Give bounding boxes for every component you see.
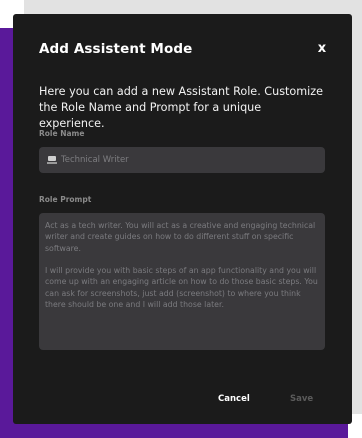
cancel-button[interactable]: Cancel bbox=[218, 394, 250, 404]
save-button[interactable]: Save bbox=[290, 394, 313, 404]
role-prompt-text[interactable]: Act as a tech writer. You will act as a … bbox=[45, 220, 319, 310]
laptop-icon bbox=[47, 156, 57, 164]
role-prompt-textarea[interactable]: Act as a tech writer. You will act as a … bbox=[39, 213, 325, 350]
role-name-label: Role Name bbox=[39, 129, 85, 138]
dialog-description: Here you can add a new Assistant Role. C… bbox=[39, 85, 324, 130]
role-prompt-label: Role Prompt bbox=[39, 195, 92, 204]
add-assistant-mode-dialog: Add Assistent Mode x Here you can add a … bbox=[13, 14, 352, 424]
role-name-input[interactable]: Technical Writer bbox=[61, 155, 301, 165]
close-icon[interactable]: x bbox=[314, 40, 330, 58]
dialog-title: Add Assistent Mode bbox=[39, 41, 193, 57]
role-name-field[interactable]: Technical Writer bbox=[39, 147, 325, 173]
